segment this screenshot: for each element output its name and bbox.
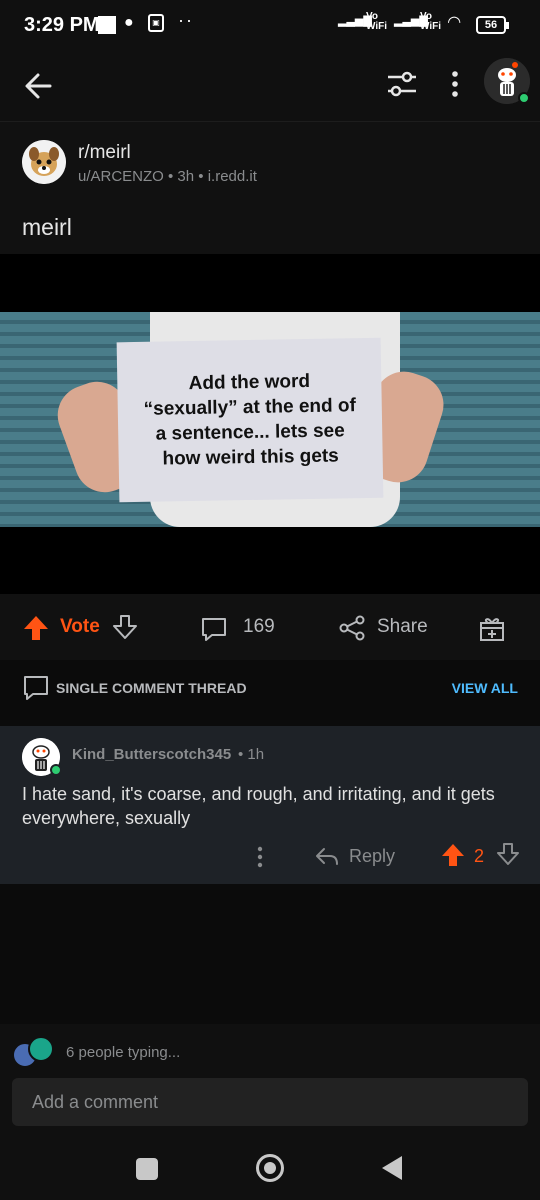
back-arrow-icon[interactable] (20, 66, 60, 106)
subreddit-name[interactable]: r/meirl (78, 142, 131, 164)
vowifi-label-1: Vo WiFi (366, 11, 388, 32)
clock: 3:29 PM (24, 14, 100, 36)
post-meta[interactable]: u/ARCENZO • 3h • i.redd.it (78, 168, 257, 185)
post-action-bar: Vote 169 Share (0, 594, 540, 660)
upvote-icon[interactable] (22, 614, 50, 642)
typing-indicator: 6 people typing... (66, 1044, 181, 1061)
filter-icon[interactable] (384, 66, 420, 102)
comment-count[interactable]: 169 (243, 616, 275, 638)
subreddit-avatar[interactable] (22, 140, 66, 184)
post-card: r/meirl u/ARCENZO • 3h • i.redd.it meirl… (0, 122, 540, 660)
add-comment-input[interactable] (12, 1078, 528, 1126)
thread-label: SINGLE COMMENT THREAD (56, 680, 247, 696)
comment-score: 2 (474, 846, 485, 866)
more-notifications-icon: ·· (178, 10, 194, 30)
post-title[interactable]: meirl (22, 214, 72, 241)
comment-composer: 6 people typing... (0, 1024, 540, 1140)
reddit-notification-icon: ● (124, 14, 134, 31)
comment-more-icon[interactable] (250, 844, 270, 870)
comment-username[interactable]: Kind_Butterscotch345 (72, 746, 231, 763)
photo: Add the word “sexually” at the end of a … (0, 312, 540, 527)
downvote-icon[interactable] (112, 614, 138, 640)
comment-downvote-icon[interactable] (496, 842, 520, 866)
typing-avatar-2 (28, 1036, 54, 1062)
notification-square-icon (98, 16, 116, 34)
back-triangle-icon[interactable] (382, 1156, 402, 1180)
award-gift-icon[interactable] (478, 614, 506, 642)
commenter-online-dot (50, 764, 62, 776)
sign-text: Add the word “sexually” at the end of a … (143, 370, 357, 470)
sign: Add the word “sexually” at the end of a … (116, 337, 384, 503)
app-notification-icon: ▣ (148, 14, 164, 32)
view-all-link[interactable]: VIEW ALL (452, 680, 518, 696)
status-bar: 3:29 PM ● ▣ ·· ▂▃▅▇ Vo WiFi ▂▃▅▇ Vo WiFi… (0, 0, 540, 52)
wifi-icon: ◠ (448, 14, 461, 31)
share-icon[interactable] (338, 614, 366, 642)
home-icon[interactable] (256, 1154, 284, 1182)
vote-label[interactable]: Vote (60, 616, 100, 638)
vowifi-label-2: Vo WiFi (420, 11, 442, 32)
comment-time: • 1h (238, 746, 265, 763)
reply-arrow-icon[interactable] (314, 844, 340, 870)
recent-apps-icon[interactable] (136, 1158, 158, 1180)
single-comment-thread-bar: SINGLE COMMENT THREAD VIEW ALL (0, 660, 540, 726)
comment-body: I hate sand, it's coarse, and rough, and… (22, 784, 495, 828)
empty-space (0, 884, 540, 1024)
post-image[interactable]: Add the word “sexually” at the end of a … (0, 254, 540, 594)
battery-icon: 56 (476, 16, 509, 34)
comment-icon[interactable] (200, 616, 228, 642)
online-status-dot (518, 92, 530, 104)
top-app-bar (0, 52, 540, 122)
comment-upvote-icon[interactable] (440, 842, 466, 868)
comment: Kind_Butterscotch345 • 1h I hate sand, i… (0, 726, 540, 884)
reply-button[interactable]: Reply (349, 846, 395, 867)
comment-thread-icon (24, 676, 48, 700)
more-vertical-icon[interactable] (440, 66, 470, 102)
system-nav-bar (0, 1140, 540, 1200)
share-label[interactable]: Share (377, 616, 428, 638)
